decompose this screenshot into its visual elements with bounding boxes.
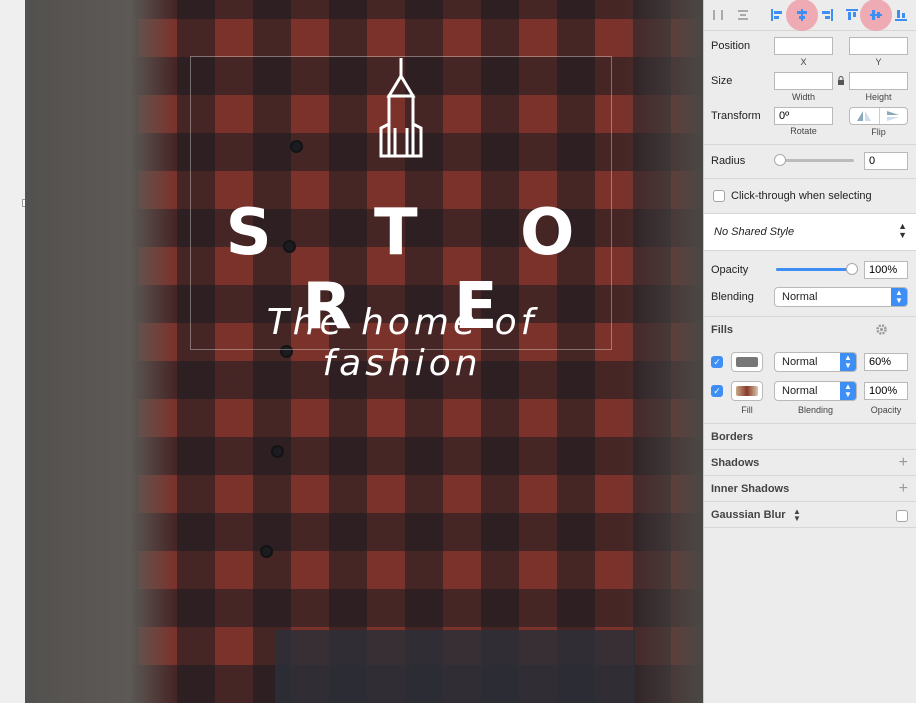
- gaussian-blur-title[interactable]: Gaussian Blur: [711, 509, 786, 521]
- blending-select[interactable]: Normal ▲ ▼: [774, 287, 908, 307]
- position-x-input[interactable]: [774, 37, 833, 55]
- divider: [704, 501, 916, 502]
- distribute-vertical-icon[interactable]: [732, 4, 754, 26]
- select-arrow-icon: ▲ ▼: [840, 353, 856, 371]
- opacity-slider-track[interactable]: [776, 268, 852, 271]
- fill-1-blend-value: Normal: [782, 356, 818, 368]
- lock-icon[interactable]: [837, 76, 845, 86]
- select-arrow-icon: ▲ ▼: [840, 382, 856, 400]
- shadows-title[interactable]: Shadows: [711, 457, 759, 469]
- opacity-column-label: Opacity: [870, 405, 902, 415]
- borders-title[interactable]: Borders: [711, 431, 753, 443]
- fill-2-checkbox[interactable]: ✓: [711, 385, 723, 397]
- fill-column-label: Fill: [741, 405, 753, 415]
- rotate-label: Rotate: [790, 126, 817, 136]
- shirt-button: [260, 545, 273, 558]
- fills-title: Fills: [711, 324, 734, 336]
- shared-style-value: No Shared Style: [714, 226, 795, 238]
- store-tagline[interactable]: The home of fashion: [187, 302, 617, 384]
- fill-1-blend-select[interactable]: Normal ▲ ▼: [774, 352, 857, 372]
- height-label: Height: [865, 92, 892, 102]
- divider: [704, 527, 916, 528]
- radius-slider-thumb[interactable]: [774, 154, 786, 166]
- fill-1-checkbox[interactable]: ✓: [711, 356, 723, 368]
- align-toolbar: [704, 0, 916, 31]
- click-through-checkbox[interactable]: [713, 190, 725, 202]
- y-label: Y: [875, 57, 882, 67]
- divider: [704, 449, 916, 450]
- fill-1-color: [736, 357, 758, 367]
- flip-control: [849, 107, 908, 125]
- divider: [704, 423, 916, 424]
- x-label: X: [800, 57, 807, 67]
- width-label: Width: [791, 92, 815, 102]
- divider: [704, 144, 916, 145]
- add-shadow-icon[interactable]: +: [899, 455, 908, 471]
- opacity-slider-thumb[interactable]: [846, 263, 858, 275]
- height-input[interactable]: [849, 72, 908, 90]
- building-logo-icon: [379, 58, 423, 158]
- flip-divider: [879, 108, 880, 124]
- fill-2-opacity-input[interactable]: [864, 382, 908, 400]
- inspector-panel: Position X Y Size Width Height Transform…: [703, 0, 916, 703]
- image-thumbnail-icon: [736, 386, 758, 396]
- divider: [704, 178, 916, 179]
- align-middle-vertical-icon[interactable]: [865, 4, 887, 26]
- gear-icon[interactable]: [875, 323, 888, 336]
- distribute-horizontal-icon[interactable]: [707, 4, 729, 26]
- width-input[interactable]: [774, 72, 833, 90]
- fill-2-blend-value: Normal: [782, 385, 818, 397]
- divider: [704, 250, 916, 251]
- opacity-slider-fill: [776, 268, 852, 271]
- chevron-updown-icon[interactable]: ▲ ▼: [793, 508, 801, 523]
- divider: [704, 475, 916, 476]
- align-center-horizontal-icon[interactable]: [791, 4, 813, 26]
- gaussian-blur-checkbox[interactable]: [896, 510, 908, 522]
- radius-label: Radius: [711, 155, 746, 167]
- flip-vertical-icon[interactable]: [885, 110, 901, 122]
- position-label: Position: [711, 40, 751, 52]
- opacity-label: Opacity: [711, 264, 749, 276]
- rotate-input[interactable]: [774, 107, 833, 125]
- shared-style-select[interactable]: No Shared Style ▲ ▼: [704, 214, 916, 250]
- transform-label: Transform: [711, 110, 761, 122]
- chevron-updown-icon: ▲ ▼: [898, 221, 907, 240]
- design-canvas[interactable]: S T O R E The home of fashion: [25, 0, 703, 703]
- opacity-input[interactable]: [864, 261, 908, 279]
- fill-1-opacity-input[interactable]: [864, 353, 908, 371]
- position-y-input[interactable]: [849, 37, 908, 55]
- inner-shadows-title[interactable]: Inner Shadows: [711, 483, 789, 495]
- shirt-button: [271, 445, 284, 458]
- fill-2-blend-select[interactable]: Normal ▲ ▼: [774, 381, 857, 401]
- blending-column-label: Blending: [797, 405, 834, 415]
- size-label: Size: [711, 75, 733, 87]
- align-left-icon[interactable]: [766, 4, 788, 26]
- align-right-icon[interactable]: [816, 4, 838, 26]
- fill-2-swatch[interactable]: [731, 381, 763, 401]
- blending-label: Blending: [711, 291, 754, 303]
- left-ruler-gutter: [0, 0, 30, 703]
- flip-horizontal-icon[interactable]: [856, 110, 872, 122]
- blending-value: Normal: [782, 291, 818, 303]
- radius-slider-track[interactable]: [780, 159, 854, 162]
- divider: [704, 316, 916, 317]
- click-through-label: Click-through when selecting: [731, 190, 872, 202]
- align-bottom-icon[interactable]: [890, 4, 912, 26]
- select-arrow-icon: ▲ ▼: [891, 288, 907, 306]
- fill-1-swatch[interactable]: [731, 352, 763, 372]
- radius-input[interactable]: [864, 152, 908, 170]
- add-inner-shadow-icon[interactable]: +: [899, 481, 908, 497]
- flip-label: Flip: [871, 127, 886, 137]
